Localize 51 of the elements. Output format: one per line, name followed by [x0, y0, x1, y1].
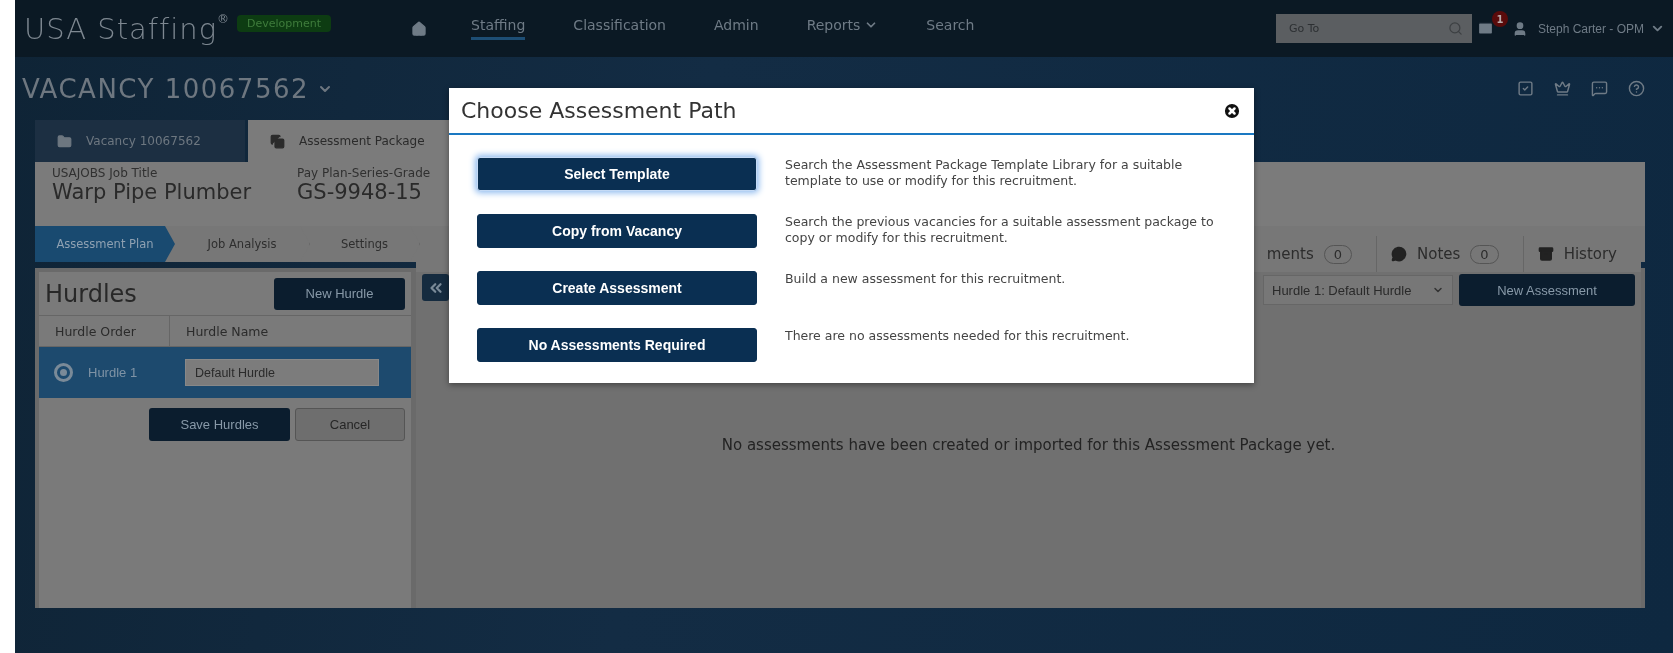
home-icon[interactable] [411, 20, 428, 37]
cancel-button[interactable]: Cancel [295, 408, 405, 441]
field-value: GS-9948-15 [297, 180, 423, 204]
option-description: There are no assessments needed for this recruitment. [785, 328, 1131, 344]
nav-link[interactable]: Reports [806, 17, 879, 40]
step-tab[interactable]: Assessment Plan [35, 226, 175, 262]
user-menu[interactable]: Steph Carter - OPM [1511, 20, 1665, 37]
field-label: Pay Plan-Series-Grade [297, 166, 431, 180]
hurdle-row[interactable]: Hurdle 1 Default Hurdle [39, 347, 411, 398]
help-icon[interactable] [1628, 80, 1645, 97]
checklist-icon[interactable] [1517, 80, 1534, 97]
collapse-button[interactable] [422, 274, 449, 301]
panel-title: Hurdles [45, 279, 137, 308]
dialog-title: Choose Assessment Path [461, 98, 737, 123]
option-button[interactable]: No Assessments Required [477, 328, 757, 362]
hurdle-name-field[interactable]: Default Hurdle [185, 359, 379, 386]
crown-icon[interactable] [1554, 80, 1571, 97]
nav-link[interactable]: Classification [573, 17, 666, 40]
panel-tab[interactable]: History [1522, 236, 1641, 272]
nav-link[interactable]: Staffing [471, 17, 526, 40]
new-hurdle-button[interactable]: New Hurdle [274, 277, 405, 310]
save-hurdles-button[interactable]: Save Hurdles [149, 408, 290, 441]
app-logo: USA Staffing [24, 11, 218, 46]
tab[interactable]: Vacancy 10067562 [35, 120, 245, 162]
panel-tab[interactable]: Notes 0 [1376, 236, 1523, 272]
archive-icon [1537, 246, 1554, 262]
option-button[interactable]: Copy from Vacancy [477, 214, 757, 248]
documents-icon [270, 133, 285, 149]
vacancy-title[interactable]: VACANCY 10067562 [22, 73, 334, 104]
nav-link[interactable]: Admin [714, 17, 759, 40]
option-button[interactable]: Select Template [477, 157, 757, 191]
chat-icon[interactable] [1591, 80, 1608, 97]
option-button[interactable]: Create Assessment [477, 271, 757, 305]
hurdle-dropdown[interactable]: Hurdle 1: Default Hurdle [1263, 275, 1453, 305]
hurdle-order: Hurdle 1 [88, 365, 139, 380]
column-header: Hurdle Name [185, 322, 270, 341]
folder-icon [57, 133, 72, 149]
notification-badge: 1 [1491, 11, 1508, 27]
field-value: Warp Pipe Plumber [52, 180, 252, 204]
column-header: Hurdle Order [39, 316, 170, 346]
option-description: Search the previous vacancies for a suitable assessment package to copy or modify for this recruitment. [785, 214, 1215, 246]
new-assessment-button[interactable]: New Assessment [1459, 274, 1635, 306]
option-description: Search the Assessment Package Template Library for a suitable template to use or modify for this recruitment. [785, 157, 1184, 189]
nav-link[interactable]: Search [926, 17, 975, 40]
field-label: USAJOBS Job Title [52, 166, 159, 180]
environment-badge: Development [237, 15, 332, 32]
speech-bubble-icon [1391, 246, 1407, 262]
radio-button[interactable] [54, 363, 73, 382]
empty-message: No assessments have been created or imported for this Assessment Package yet. [720, 436, 1337, 454]
registered-mark: ® [217, 12, 230, 26]
option-description: Build a new assessment for this recruitment. [785, 271, 1067, 287]
